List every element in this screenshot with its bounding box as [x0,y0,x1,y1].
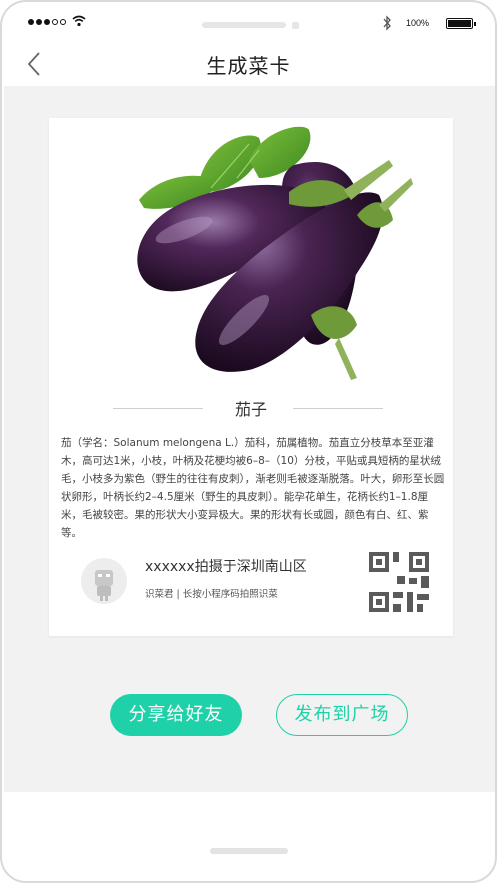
nav-bar: 生成菜卡 [2,46,495,86]
bluetooth-icon [383,15,391,31]
status-bar: 100% [2,2,495,46]
share-to-friends-button[interactable]: 分享给好友 [110,694,242,736]
dish-name: 茄子 [234,400,267,419]
dish-description: 茄（学名：Solanum melongena L.）茄科，茄属植物。茄直立分枝草… [61,437,445,539]
publish-to-square-button[interactable]: 发布到广场 [276,694,408,736]
content-area: 茄子 茄（学名：Solanum melongena L.）茄科，茄属植物。茄直立… [4,86,495,792]
home-indicator [210,848,288,854]
robot-avatar-icon [95,570,113,601]
speaker-slot [202,22,286,28]
eggplant-photo [137,126,413,380]
camera-dot [292,22,299,29]
dish-name-row: 茄子 [49,396,453,420]
qr-code-icon[interactable] [367,550,431,614]
phone-frame: 100% 生成菜卡 茄子 茄（学名：Solanum melongena L.）茄… [0,0,497,883]
author-title: xxxxxx拍摄于深圳南山区 [145,559,307,575]
divider-right [293,408,383,409]
wifi-icon [72,15,86,27]
dish-card: 茄子 茄（学名：Solanum melongena L.）茄科，茄属植物。茄直立… [49,118,453,636]
battery-percent: 100% [406,18,430,28]
author-subtitle: 识菜君 | 长按小程序码拍照识菜 [145,589,278,600]
avatar [81,558,127,604]
signal-dots-icon [28,19,66,25]
page-title: 生成菜卡 [206,54,291,78]
battery-icon [446,18,476,29]
